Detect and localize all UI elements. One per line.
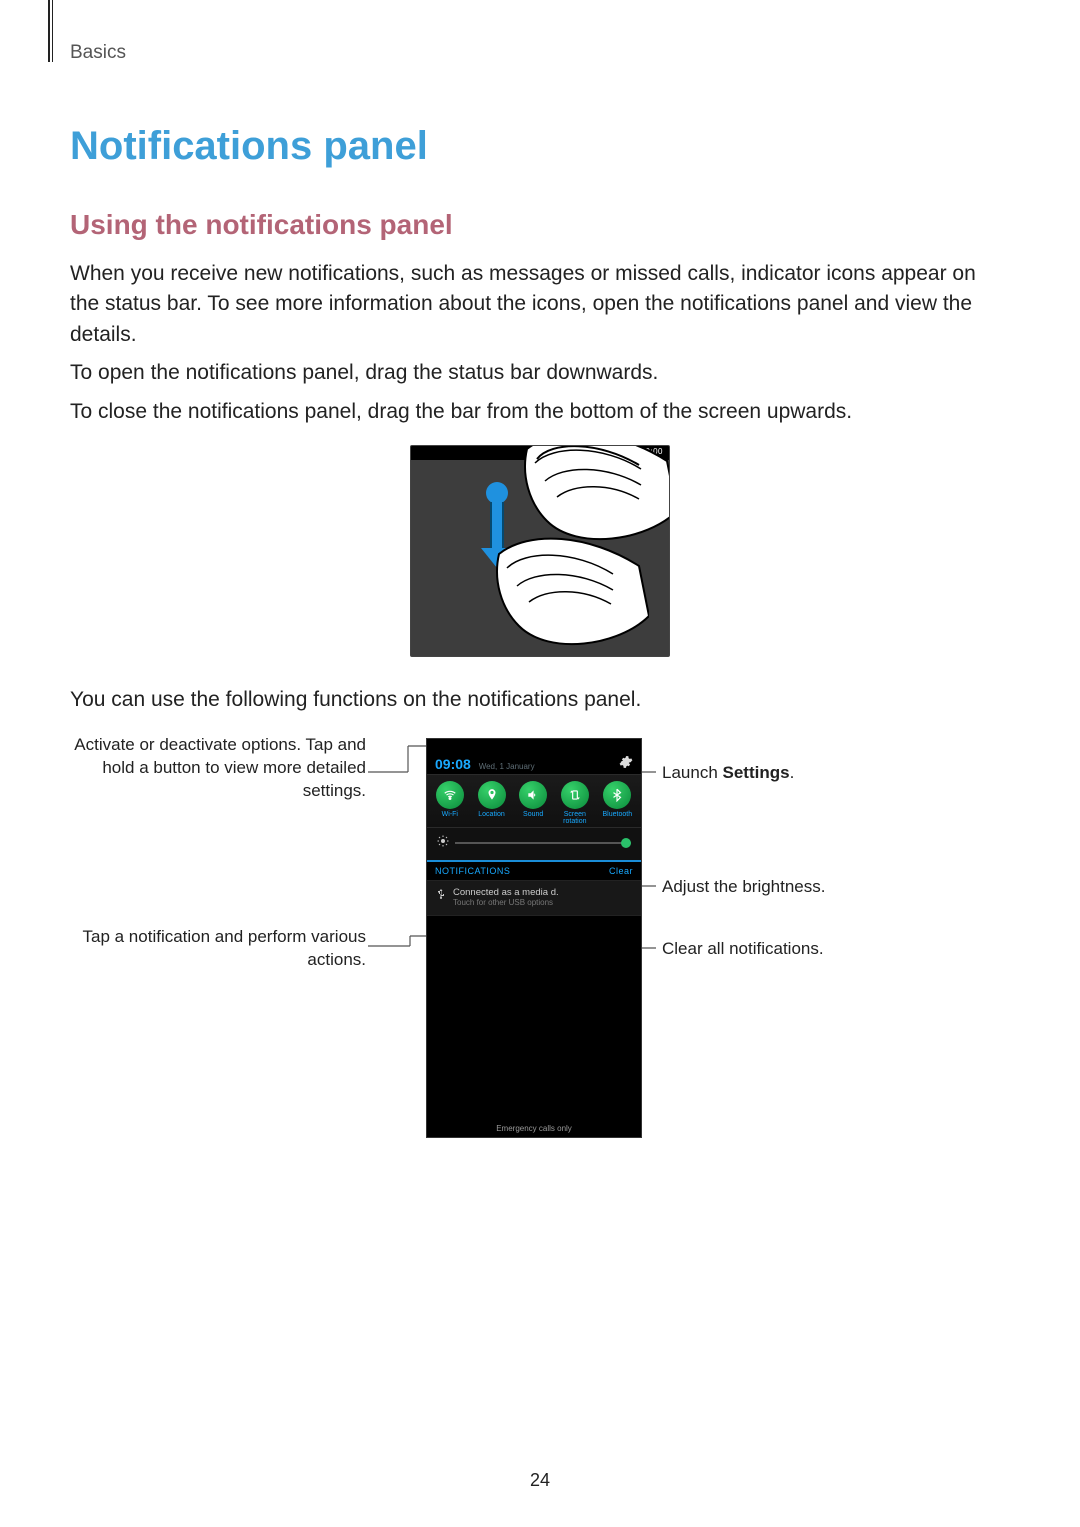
margin-rule xyxy=(52,0,53,62)
brightness-slider[interactable] xyxy=(455,842,631,844)
gesture-figure: 10:00 xyxy=(410,445,670,657)
clear-button[interactable]: Clear xyxy=(609,866,633,876)
brightness-icon xyxy=(437,834,449,852)
brightness-row[interactable] xyxy=(427,828,641,862)
gear-icon[interactable] xyxy=(619,755,633,772)
notification-subtitle: Touch for other USB options xyxy=(453,898,559,907)
section-heading: Using the notifications panel xyxy=(70,209,1010,241)
toggle-location[interactable]: Location xyxy=(478,781,506,825)
toggle-label: Wi-Fi xyxy=(442,811,458,818)
running-header: Basics xyxy=(70,42,1010,64)
callout-notification-tap: Tap a notification and perform various a… xyxy=(70,926,366,972)
callout-brightness: Adjust the brightness. xyxy=(662,876,942,899)
slider-thumb[interactable] xyxy=(621,838,631,848)
sound-icon xyxy=(519,781,547,809)
page-title: Notifications panel xyxy=(70,124,1010,169)
toggle-bluetooth[interactable]: Bluetooth xyxy=(603,781,633,825)
body-paragraph: You can use the following functions on t… xyxy=(70,685,1010,715)
usb-icon xyxy=(435,887,447,907)
callout-clear: Clear all notifications. xyxy=(662,938,942,961)
callout-text: . xyxy=(790,763,795,782)
notification-item[interactable]: Connected as a media d. Touch for other … xyxy=(427,881,641,916)
notifications-label: NOTIFICATIONS xyxy=(435,866,510,876)
toggle-sound[interactable]: Sound xyxy=(519,781,547,825)
toggle-rotation[interactable]: Screen rotation xyxy=(561,781,589,825)
toggle-label: Screen rotation xyxy=(563,811,586,825)
location-icon xyxy=(478,781,506,809)
quick-settings-row: Wi-Fi Location Sound Screen rotation Blu… xyxy=(427,774,641,828)
toggle-label: Sound xyxy=(523,811,543,818)
panel-time: 09:08 xyxy=(435,756,471,772)
bluetooth-icon xyxy=(603,781,631,809)
callout-settings: Launch Settings. xyxy=(662,762,942,785)
rotation-icon xyxy=(561,781,589,809)
body-paragraph: To close the notifications panel, drag t… xyxy=(70,397,1010,427)
wifi-icon xyxy=(436,781,464,809)
callout-text: Launch xyxy=(662,763,723,782)
panel-date: Wed, 1 January xyxy=(479,762,535,771)
panel-footer-text: Emergency calls only xyxy=(427,1124,641,1133)
callout-quick-settings: Activate or deactivate options. Tap and … xyxy=(70,734,366,803)
notifications-header: NOTIFICATIONS Clear xyxy=(427,862,641,881)
hand-bottom-icon xyxy=(479,536,649,657)
callout-bold: Settings xyxy=(723,763,790,782)
annotated-figure: 09:08 Wed, 1 January Wi-Fi Location xyxy=(70,730,1010,1160)
panel-header: 09:08 Wed, 1 January xyxy=(427,751,641,774)
notification-title: Connected as a media d. xyxy=(453,887,559,898)
notification-text: Connected as a media d. Touch for other … xyxy=(453,887,559,907)
page-number: 24 xyxy=(0,1470,1080,1491)
margin-rule xyxy=(48,0,50,62)
phone-screenshot: 09:08 Wed, 1 January Wi-Fi Location xyxy=(426,738,642,1138)
gesture-figure-wrap: 10:00 xyxy=(70,445,1010,657)
body-paragraph: To open the notifications panel, drag th… xyxy=(70,358,1010,388)
toggle-wifi[interactable]: Wi-Fi xyxy=(436,781,464,825)
toggle-label: Location xyxy=(478,811,504,818)
status-bar xyxy=(427,739,641,751)
toggle-label: Bluetooth xyxy=(603,811,633,818)
manual-page: Basics Notifications panel Using the not… xyxy=(0,0,1080,1527)
body-paragraph: When you receive new notifications, such… xyxy=(70,259,1010,350)
